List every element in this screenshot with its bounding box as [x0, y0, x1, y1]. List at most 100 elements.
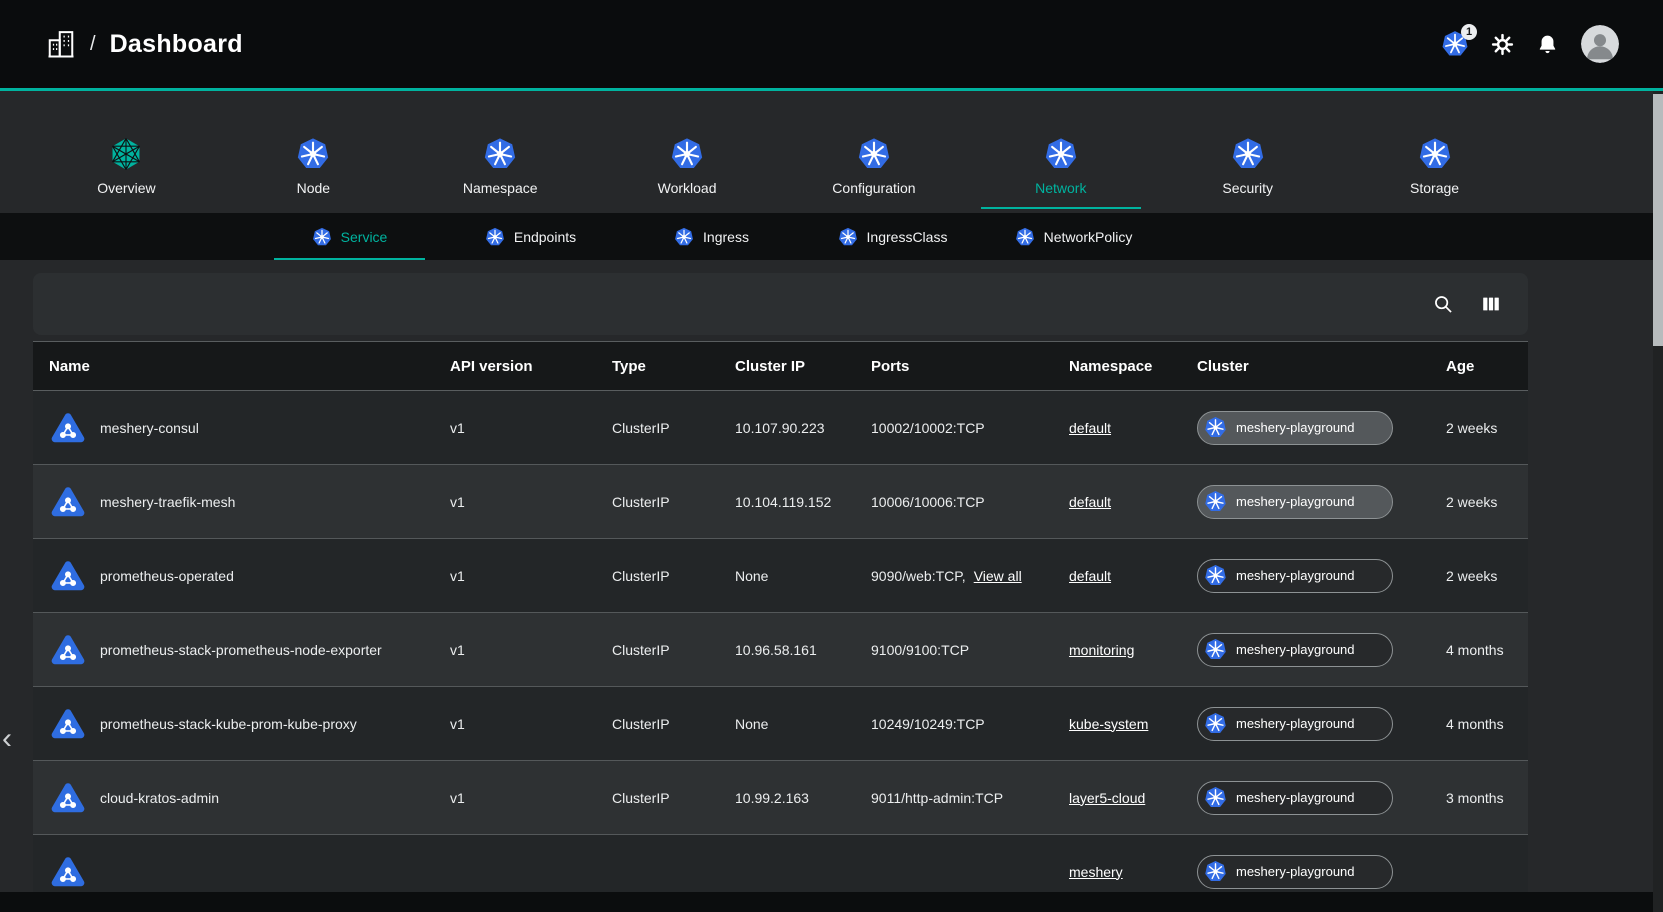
- namespace-link[interactable]: monitoring: [1069, 642, 1134, 658]
- api-version-cell: v1: [450, 642, 612, 658]
- meshery-icon: [109, 137, 143, 171]
- age-cell: 2 weeks: [1446, 420, 1528, 436]
- notifications-bell-icon[interactable]: [1536, 33, 1559, 56]
- age-cell: 2 weeks: [1446, 568, 1528, 584]
- cluster-cell: meshery-playground: [1197, 633, 1446, 667]
- namespace-link[interactable]: layer5-cloud: [1069, 790, 1145, 806]
- table-row[interactable]: prometheus-stack-kube-prom-kube-proxyv1C…: [33, 687, 1528, 761]
- cluster-ip-cell: 10.96.58.161: [735, 642, 871, 658]
- namespace-link[interactable]: kube-system: [1069, 716, 1148, 732]
- search-icon[interactable]: [1432, 293, 1454, 315]
- api-version-cell: v1: [450, 790, 612, 806]
- service-icon: [49, 557, 87, 595]
- table-row[interactable]: cloud-kratos-adminv1ClusterIP10.99.2.163…: [33, 761, 1528, 835]
- kubernetes-icon: [1204, 416, 1227, 439]
- category-tab-label: Namespace: [463, 180, 538, 196]
- kubernetes-icon: [1204, 712, 1227, 735]
- cluster-chip[interactable]: meshery-playground: [1197, 855, 1393, 889]
- subtab-endpoints[interactable]: Endpoints: [440, 213, 621, 260]
- cluster-name: meshery-playground: [1236, 790, 1355, 805]
- namespace-link[interactable]: default: [1069, 494, 1111, 510]
- subtab-service[interactable]: Service: [259, 213, 440, 260]
- column-header-ports[interactable]: Ports: [871, 358, 1069, 375]
- scrollbar-thumb[interactable]: [1653, 94, 1663, 346]
- category-tab-overview[interactable]: Overview: [33, 137, 220, 209]
- kubernetes-icon: [674, 227, 694, 247]
- column-header-age[interactable]: Age: [1446, 358, 1528, 375]
- service-icon: [49, 631, 87, 669]
- view-all-ports-link[interactable]: View all: [974, 568, 1022, 584]
- cluster-chip[interactable]: meshery-playground: [1197, 707, 1393, 741]
- column-header-type[interactable]: Type: [612, 358, 735, 375]
- table-row[interactable]: prometheus-operatedv1ClusterIPNone9090/w…: [33, 539, 1528, 613]
- cluster-name: meshery-playground: [1236, 642, 1355, 657]
- subtab-label: Ingress: [703, 229, 749, 245]
- kubernetes-icon: [485, 227, 505, 247]
- column-header-cluster[interactable]: Cluster: [1197, 358, 1446, 375]
- service-icon: [49, 853, 87, 891]
- category-tab-label: Overview: [97, 180, 155, 196]
- ports-cell: 10002/10002:TCP: [871, 420, 1069, 436]
- cluster-ip-cell: 10.104.119.152: [735, 494, 871, 510]
- kubernetes-icon: [1204, 786, 1227, 809]
- cluster-chip[interactable]: meshery-playground: [1197, 781, 1393, 815]
- breadcrumb-separator: /: [90, 33, 96, 56]
- kubernetes-icon: [1418, 137, 1452, 171]
- column-header-namespace[interactable]: Namespace: [1069, 358, 1197, 375]
- cluster-chip[interactable]: meshery-playground: [1197, 485, 1393, 519]
- context-count-badge: 1: [1461, 24, 1477, 40]
- table-row[interactable]: meshery-traefik-meshv1ClusterIP10.104.11…: [33, 465, 1528, 539]
- table-row[interactable]: meshery-consulv1ClusterIP10.107.90.22310…: [33, 391, 1528, 465]
- subtab-ingressclass[interactable]: IngressClass: [802, 213, 983, 260]
- namespace-cell: default: [1069, 568, 1197, 584]
- category-tab-configuration[interactable]: Configuration: [781, 137, 968, 209]
- category-tab-workload[interactable]: Workload: [594, 137, 781, 209]
- resource-category-tabs: Overview Node Namespace WorkloadConfigurati…: [33, 137, 1528, 209]
- user-avatar[interactable]: [1581, 25, 1619, 63]
- category-tab-security[interactable]: Security: [1154, 137, 1341, 209]
- category-tab-network[interactable]: Network: [967, 137, 1154, 209]
- cluster-chip[interactable]: meshery-playground: [1197, 559, 1393, 593]
- vertical-scrollbar[interactable]: [1653, 91, 1663, 912]
- category-tab-node[interactable]: Node: [220, 137, 407, 209]
- top-app-bar: / Dashboard 1: [0, 0, 1663, 88]
- cluster-name: meshery-playground: [1236, 568, 1355, 583]
- column-header-api-version[interactable]: API version: [450, 358, 612, 375]
- kubernetes-icon: [1015, 227, 1035, 247]
- kubernetes-icon: [312, 227, 332, 247]
- subtab-ingress[interactable]: Ingress: [621, 213, 802, 260]
- category-tab-storage[interactable]: Storage: [1341, 137, 1528, 209]
- age-cell: 4 months: [1446, 642, 1528, 658]
- name-cell: meshery-traefik-mesh: [49, 483, 450, 521]
- namespace-cell: meshery: [1069, 864, 1197, 880]
- topbar-actions: 1: [1441, 25, 1619, 63]
- namespace-link[interactable]: default: [1069, 420, 1111, 436]
- service-icon: [49, 705, 87, 743]
- namespace-link[interactable]: meshery: [1069, 864, 1123, 880]
- column-header-name[interactable]: Name: [49, 358, 450, 375]
- settings-gear-icon[interactable]: [1491, 33, 1514, 56]
- service-name: prometheus-operated: [100, 568, 234, 584]
- category-tab-label: Network: [1035, 180, 1086, 196]
- name-cell: prometheus-operated: [49, 557, 450, 595]
- category-tab-label: Security: [1222, 180, 1273, 196]
- cluster-chip[interactable]: meshery-playground: [1197, 411, 1393, 445]
- category-tab-label: Node: [297, 180, 330, 196]
- cluster-ip-cell: None: [735, 716, 871, 732]
- namespace-link[interactable]: default: [1069, 568, 1111, 584]
- column-header-cluster-ip[interactable]: Cluster IP: [735, 358, 871, 375]
- kubernetes-icon: [1204, 490, 1227, 513]
- kubernetes-context-button[interactable]: 1: [1441, 30, 1469, 58]
- ports-cell: 10249/10249:TCP: [871, 716, 1069, 732]
- chevron-left-icon[interactable]: ‹: [2, 724, 12, 754]
- cluster-chip[interactable]: meshery-playground: [1197, 633, 1393, 667]
- columns-view-icon[interactable]: [1480, 293, 1502, 315]
- cluster-cell: meshery-playground: [1197, 781, 1446, 815]
- building-icon[interactable]: [46, 29, 76, 59]
- subtab-networkpolicy[interactable]: NetworkPolicy: [983, 213, 1164, 260]
- table-row[interactable]: prometheus-stack-prometheus-node-exporte…: [33, 613, 1528, 687]
- age-cell: 4 months: [1446, 716, 1528, 732]
- category-tab-namespace[interactable]: Namespace: [407, 137, 594, 209]
- cluster-cell: meshery-playground: [1197, 411, 1446, 445]
- cluster-ip-cell: 10.99.2.163: [735, 790, 871, 806]
